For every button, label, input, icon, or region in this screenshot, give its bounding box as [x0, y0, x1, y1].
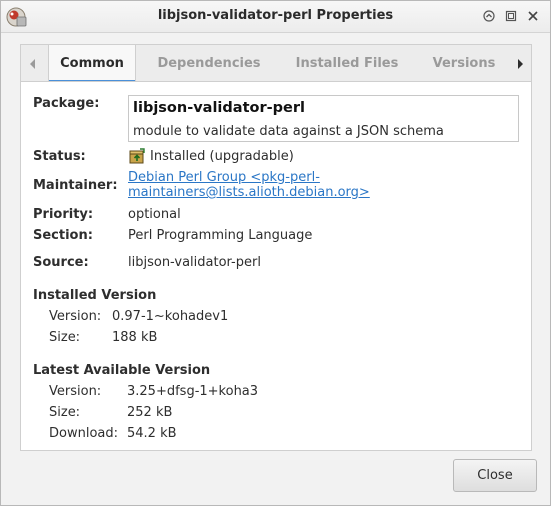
window-title: libjson-validator-perl Properties — [157, 8, 394, 23]
latest-version-value: 3.25+dfsg-1+koha3 — [127, 384, 259, 399]
latest-size-label: Size: — [49, 405, 81, 420]
maximize-icon[interactable] — [502, 8, 520, 24]
status-label: Status: — [33, 149, 86, 164]
chevron-right-icon[interactable] — [508, 45, 532, 82]
latest-download-value: 54.2 kB — [127, 426, 177, 441]
tab-common-label: Common — [60, 56, 124, 71]
tab-versions-label: Versions — [432, 56, 496, 71]
keep-above-icon[interactable] — [480, 8, 498, 24]
maintainer-link-line2[interactable]: maintainers@lists.alioth.debian.org> — [128, 185, 370, 200]
latest-download-label: Download: — [49, 426, 118, 441]
priority-value: optional — [128, 207, 181, 222]
maintainer-label: Maintainer: — [33, 178, 118, 193]
tab-installed-files-label: Installed Files — [295, 56, 399, 71]
tab-installed-files[interactable]: Installed Files — [287, 45, 407, 82]
tab-bar: Common Dependencies Installed Files Vers… — [20, 44, 532, 83]
package-label: Package: — [33, 96, 100, 111]
package-name: libjson-validator-perl — [133, 100, 305, 116]
status-value: Installed (upgradable) — [150, 149, 294, 164]
properties-dialog: libjson-validator-perl Properties Common… — [0, 0, 551, 506]
close-button[interactable]: Close — [453, 459, 537, 492]
common-tab-panel: Package: libjson-validator-perl module t… — [20, 81, 532, 451]
section-label: Section: — [33, 228, 93, 243]
latest-version-heading: Latest Available Version — [33, 363, 211, 378]
installed-version-value: 0.97-1~kohadev1 — [112, 309, 229, 324]
package-info-box: libjson-validator-perl module to validat… — [128, 95, 519, 142]
chevron-left-icon[interactable] — [21, 45, 45, 82]
tab-dependencies-label: Dependencies — [157, 56, 261, 71]
source-label: Source: — [33, 255, 89, 270]
installed-version-label: Version: — [49, 309, 102, 324]
maintainer-link[interactable]: Debian Perl Group <pkg-perl- maintainers… — [128, 170, 370, 200]
installed-size-value: 188 kB — [112, 330, 158, 345]
installed-size-label: Size: — [49, 330, 81, 345]
package-upgradable-icon — [129, 148, 145, 164]
maintainer-link-line1[interactable]: Debian Perl Group <pkg-perl- — [128, 170, 320, 185]
package-description: module to validate data against a JSON s… — [133, 124, 444, 139]
close-window-icon[interactable] — [524, 8, 542, 24]
source-value: libjson-validator-perl — [128, 255, 261, 270]
section-value: Perl Programming Language — [128, 228, 313, 243]
priority-label: Priority: — [33, 207, 94, 222]
installed-version-heading: Installed Version — [33, 288, 157, 303]
latest-size-value: 252 kB — [127, 405, 173, 420]
latest-version-label: Version: — [49, 384, 102, 399]
tab-dependencies[interactable]: Dependencies — [149, 45, 269, 82]
tab-versions[interactable]: Versions — [424, 45, 504, 82]
title-bar[interactable]: libjson-validator-perl Properties — [1, 1, 550, 33]
tab-common[interactable]: Common — [48, 45, 136, 83]
